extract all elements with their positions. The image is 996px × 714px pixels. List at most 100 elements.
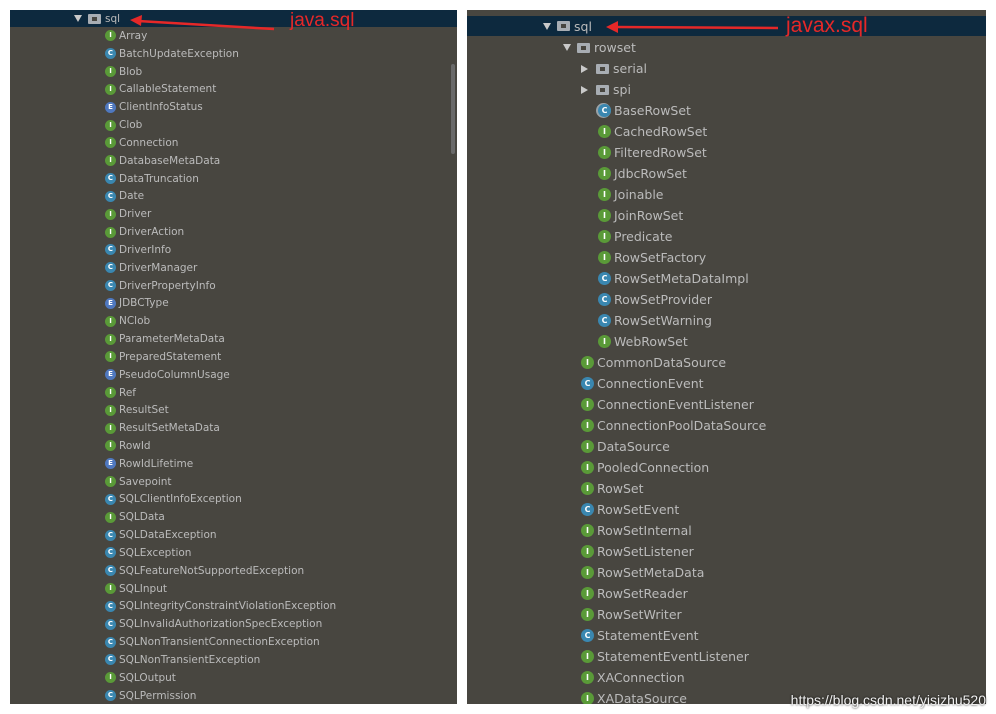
tree-item[interactable]: I ResultSet [10, 401, 457, 419]
tree-item[interactable]: I RowSetListener [467, 541, 986, 562]
tree-item[interactable]: I CachedRowSet [467, 121, 986, 142]
tree-item[interactable]: I Joinable [467, 184, 986, 205]
interface-icon: I [105, 30, 116, 42]
tree-item[interactable]: C ConnectionEvent [467, 373, 986, 394]
class-icon: C [105, 48, 116, 60]
interface-icon: I [105, 422, 116, 434]
tree-item[interactable]: I RowSetMetaData [467, 562, 986, 583]
tree-item[interactable]: E RowIdLifetime [10, 455, 457, 473]
tree-item[interactable]: I Connection [10, 134, 457, 152]
tree-item[interactable]: E ClientInfoStatus [10, 98, 457, 116]
tree-item[interactable]: C SQLDataException [10, 526, 457, 544]
expand-arrow-icon[interactable] [74, 15, 82, 22]
tree-item[interactable]: C RowSetEvent [467, 499, 986, 520]
tree-item[interactable]: C SQLClientInfoException [10, 491, 457, 509]
tree-item[interactable]: C DriverPropertyInfo [10, 277, 457, 295]
tree-node-label: sql [105, 12, 121, 25]
tree-item[interactable]: I ConnectionEventListener [467, 394, 986, 415]
tree-item[interactable]: C DataTruncation [10, 170, 457, 188]
tree-item-label: RowId [119, 439, 151, 452]
expand-arrow-icon[interactable] [543, 22, 551, 30]
collapse-arrow-icon[interactable] [581, 64, 588, 73]
class-icon: C [105, 565, 116, 577]
collapse-arrow-icon[interactable] [581, 85, 588, 94]
tree-item[interactable]: C BatchUpdateException [10, 45, 457, 63]
interface-icon: I [581, 566, 594, 579]
tree-item[interactable]: I WebRowSet [467, 331, 986, 352]
tree-item[interactable]: C DriverInfo [10, 241, 457, 259]
tree-item[interactable]: I CallableStatement [10, 80, 457, 98]
tree-item[interactable]: C SQLException [10, 544, 457, 562]
tree-item[interactable]: I Savepoint [10, 473, 457, 491]
interface-icon: I [581, 440, 594, 453]
tree-item-label: RowSet [597, 481, 644, 496]
tree-item[interactable]: I RowSetFactory [467, 247, 986, 268]
tree-item-label: Date [119, 190, 145, 203]
tree-item[interactable]: I Predicate [467, 226, 986, 247]
tree-item[interactable]: I ParameterMetaData [10, 330, 457, 348]
tree-item[interactable]: I RowId [10, 437, 457, 455]
tree-item[interactable]: C SQLIntegrityConstraintViolationExceptio… [10, 598, 457, 616]
class-icon: C [581, 503, 594, 516]
tree-item[interactable]: I PreparedStatement [10, 348, 457, 366]
tree-item[interactable]: C SQLPermission [10, 687, 457, 704]
interface-icon: I [598, 167, 611, 180]
tree-item[interactable]: I PooledConnection [467, 457, 986, 478]
tree-item[interactable]: I Ref [10, 384, 457, 402]
tree-item[interactable]: C RowSetMetaDataImpl [467, 268, 986, 289]
tree-item[interactable]: I StatementEventListener [467, 646, 986, 667]
tree-item[interactable]: C SQLInvalidAuthorizationSpecException [10, 615, 457, 633]
tree-node-spi[interactable]: spi [467, 79, 986, 100]
tree-item[interactable]: I SQLInput [10, 580, 457, 598]
tree-item[interactable]: C SQLFeatureNotSupportedException [10, 562, 457, 580]
tree-item[interactable]: I Clob [10, 116, 457, 134]
tree-item-label: DatabaseMetaData [119, 154, 221, 167]
enum-icon: E [105, 458, 116, 470]
tree-item[interactable]: C BaseRowSet [467, 100, 986, 121]
tree-item[interactable]: I DriverAction [10, 223, 457, 241]
tree-item[interactable]: I RowSetWriter [467, 604, 986, 625]
tree-item-label: CommonDataSource [597, 355, 727, 370]
tree-item[interactable]: C SQLNonTransientConnectionException [10, 633, 457, 651]
tree-item[interactable]: I SQLOutput [10, 669, 457, 687]
tree-item-label: JDBCType [119, 297, 169, 310]
tree-item-label: SQLFeatureNotSupportedException [119, 564, 305, 577]
tree-item[interactable]: I DataSource [467, 436, 986, 457]
tree-item-label: PreparedStatement [119, 350, 222, 363]
tree-item[interactable]: I FilteredRowSet [467, 142, 986, 163]
tree-item[interactable]: E JDBCType [10, 294, 457, 312]
tree-node-label: serial [613, 61, 647, 76]
tree-item[interactable]: C StatementEvent [467, 625, 986, 646]
tree-item[interactable]: I JdbcRowSet [467, 163, 986, 184]
tree-item[interactable]: I NClob [10, 312, 457, 330]
tree-item[interactable]: I Blob [10, 63, 457, 81]
tree-item[interactable]: C SQLNonTransientException [10, 651, 457, 669]
class-icon: C [105, 690, 116, 702]
tree-item[interactable]: C Date [10, 187, 457, 205]
class-icon: C [581, 377, 594, 390]
interface-icon: I [581, 461, 594, 474]
tree-node-label: spi [613, 82, 631, 97]
tree-item[interactable]: I RowSet [467, 478, 986, 499]
expand-arrow-icon[interactable] [563, 44, 571, 51]
tree-item[interactable]: I XAConnection [467, 667, 986, 688]
tree-node-serial[interactable]: serial [467, 58, 986, 79]
tree-item[interactable]: I JoinRowSet [467, 205, 986, 226]
interface-icon: I [581, 524, 594, 537]
tree-item[interactable]: I CommonDataSource [467, 352, 986, 373]
tree-item[interactable]: C RowSetProvider [467, 289, 986, 310]
tree-item[interactable]: I SQLData [10, 508, 457, 526]
tree-node-rowset[interactable]: rowset [467, 37, 986, 58]
tree-item[interactable]: E PseudoColumnUsage [10, 366, 457, 384]
annotation-javax-sql: javax.sql [786, 14, 868, 37]
tree-item[interactable]: I ConnectionPoolDataSource [467, 415, 986, 436]
enum-icon: E [105, 101, 116, 113]
tree-item[interactable]: C RowSetWarning [467, 310, 986, 331]
tree-item[interactable]: I DatabaseMetaData [10, 152, 457, 170]
class-icon: C [105, 618, 116, 630]
tree-item[interactable]: I Driver [10, 205, 457, 223]
tree-item[interactable]: I RowSetReader [467, 583, 986, 604]
tree-item[interactable]: I ResultSetMetaData [10, 419, 457, 437]
tree-item[interactable]: I RowSetInternal [467, 520, 986, 541]
tree-item[interactable]: C DriverManager [10, 259, 457, 277]
